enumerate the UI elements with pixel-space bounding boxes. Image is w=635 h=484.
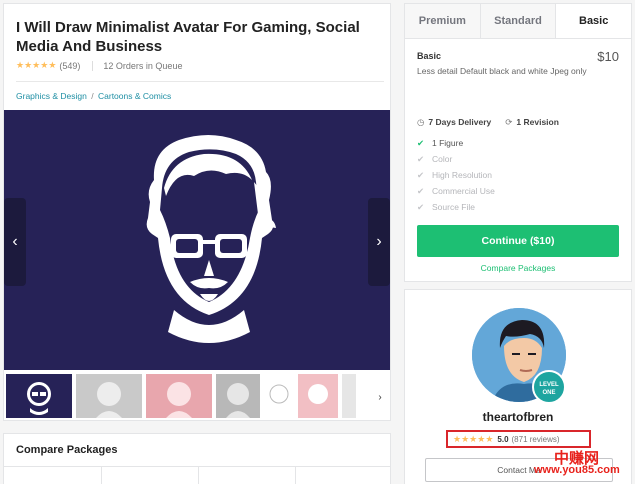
gallery-thumbnail[interactable] xyxy=(298,374,338,418)
gallery-thumbnail[interactable] xyxy=(146,374,212,418)
divider xyxy=(295,467,296,484)
gallery-thumbnails: › xyxy=(6,374,388,420)
list-item: ✔ High Resolution xyxy=(417,167,495,183)
seller-score: 5.0 xyxy=(497,434,509,444)
tab-premium[interactable]: Premium xyxy=(405,4,481,38)
feature-label: Commercial Use xyxy=(432,186,495,196)
check-icon: ✔ xyxy=(417,138,425,148)
feature-label: High Resolution xyxy=(432,170,493,180)
divider xyxy=(16,81,384,82)
seller-rating: ★ ★ ★ ★ ★ 5.0 (871 reviews) xyxy=(446,430,591,448)
tab-standard[interactable]: Standard xyxy=(480,4,557,38)
star-icon: ★ xyxy=(48,60,56,70)
gallery-thumbnail[interactable] xyxy=(342,374,356,418)
breadcrumb-separator: / xyxy=(91,91,94,101)
package-meta: ◷ 7 Days Delivery ⟳ 1 Revision xyxy=(417,117,559,128)
gig-rating-row: ★ ★ ★ ★ ★ (549) 12 Orders in Queue xyxy=(16,60,182,71)
clock-icon: ◷ xyxy=(417,117,425,127)
feature-label: Source File xyxy=(432,202,475,212)
thumbnail-avatar-icon xyxy=(269,384,289,404)
gig-hero-image: ‹ › xyxy=(4,110,390,370)
orders-in-queue: 12 Orders in Queue xyxy=(103,60,183,71)
star-icon: ★ xyxy=(469,433,477,444)
gallery-thumbnail[interactable] xyxy=(76,374,142,418)
divider xyxy=(101,467,102,484)
refresh-icon: ⟳ xyxy=(505,117,513,127)
tab-basic[interactable]: Basic xyxy=(556,4,632,38)
thumbnail-avatar-icon xyxy=(96,382,122,418)
star-icon: ★ xyxy=(477,433,485,444)
delivery-time: 7 Days Delivery xyxy=(428,117,492,127)
star-icon: ★ xyxy=(453,433,461,444)
star-icon: ★ xyxy=(32,60,40,70)
package-name: Basic xyxy=(417,51,442,61)
compare-packages-link[interactable]: Compare Packages xyxy=(405,263,631,273)
avatar-illustration xyxy=(4,110,390,370)
thumbnail-avatar-icon xyxy=(27,382,51,415)
thumbnail-avatar-icon xyxy=(226,383,250,418)
gallery-thumbnail[interactable] xyxy=(264,374,294,418)
list-item: ✔ 1 Figure xyxy=(417,135,495,151)
package-description: Less detail Default black and white Jpeg… xyxy=(417,66,587,76)
divider xyxy=(92,60,94,71)
feature-label: 1 Figure xyxy=(432,138,464,148)
breadcrumb-link-graphics-design[interactable]: Graphics & Design xyxy=(16,91,87,101)
list-item: ✔ Color xyxy=(417,151,495,167)
watermark-url: www.you85.com xyxy=(534,464,620,476)
level-line2: ONE xyxy=(542,390,556,396)
level-badge: LEVEL ONE xyxy=(532,370,566,404)
star-icon: ★ xyxy=(485,433,493,444)
level-line1: LEVEL xyxy=(539,382,559,388)
gallery-prev-button[interactable]: ‹ xyxy=(4,198,26,286)
compare-packages-section: Compare Packages xyxy=(3,433,391,484)
star-icon: ★ xyxy=(16,60,24,70)
package-price: $10 xyxy=(597,49,619,64)
gallery-thumbnail[interactable] xyxy=(216,374,260,418)
check-icon: ✔ xyxy=(417,170,425,180)
thumbnail-avatar-icon xyxy=(166,382,192,418)
revision-count: 1 Revision xyxy=(516,117,559,127)
divider xyxy=(4,466,390,467)
continue-button[interactable]: Continue ($10) xyxy=(417,225,619,257)
feature-label: Color xyxy=(432,154,453,164)
seller-review-count[interactable]: (871 reviews) xyxy=(512,435,560,444)
seller-username[interactable]: theartofbren xyxy=(405,410,631,424)
gig-overview-card: I Will Draw Minimalist Avatar For Gaming… xyxy=(3,3,391,421)
package-tabs: Premium Standard Basic xyxy=(405,4,632,39)
revision-info: ⟳ 1 Revision xyxy=(505,117,559,128)
check-icon: ✔ xyxy=(417,154,425,164)
gallery-next-button[interactable]: › xyxy=(368,198,390,286)
breadcrumb-link-cartoons-comics[interactable]: Cartoons & Comics xyxy=(98,91,171,101)
package-card: Premium Standard Basic Basic $10 Less de… xyxy=(404,3,632,282)
star-icon: ★ xyxy=(40,60,48,70)
compare-packages-title: Compare Packages xyxy=(16,444,118,456)
gallery-thumbnail[interactable] xyxy=(6,374,72,418)
watermark: 中赚网 www.you85.com xyxy=(528,447,632,483)
feature-list: ✔ 1 Figure ✔ Color ✔ High Resolution ✔ Comme… xyxy=(417,135,495,215)
thumbnails-next-button[interactable]: › xyxy=(372,374,388,420)
divider xyxy=(198,467,199,484)
star-icon: ★ xyxy=(24,60,32,70)
list-item: ✔ Source File xyxy=(417,199,495,215)
check-icon: ✔ xyxy=(417,202,425,212)
gig-title: I Will Draw Minimalist Avatar For Gaming… xyxy=(16,19,360,55)
check-icon: ✔ xyxy=(417,186,425,196)
thumbnail-avatar-icon xyxy=(308,384,328,404)
breadcrumb: Graphics & Design / Cartoons & Comics xyxy=(16,91,171,101)
delivery-info: ◷ 7 Days Delivery xyxy=(417,117,491,128)
rating-count[interactable]: (549) xyxy=(59,61,80,71)
list-item: ✔ Commercial Use xyxy=(417,183,495,199)
star-icon: ★ xyxy=(461,433,469,444)
